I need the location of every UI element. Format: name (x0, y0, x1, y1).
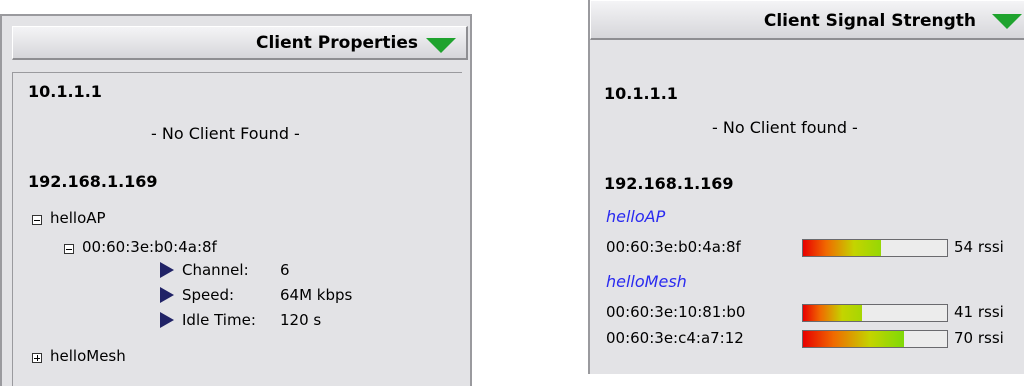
collapse-icon[interactable] (32, 215, 42, 225)
play-arrow-icon (160, 262, 174, 278)
group-ip: 10.1.1.1 (604, 84, 678, 103)
signal-bar (802, 239, 948, 257)
client-mac: 00:60:3e:c4:a7:12 (606, 329, 744, 347)
tree-node-mac[interactable]: 00:60:3e:b0:4a:8f (82, 238, 217, 256)
prop-label: Speed: (182, 286, 235, 304)
tree-node-ap[interactable]: helloAP (50, 209, 106, 227)
signal-bar (802, 304, 948, 322)
ssid-name: helloMesh (606, 272, 687, 291)
no-client-message: - No Client Found - (151, 124, 300, 143)
signal-bar-fill (803, 305, 863, 321)
group-ip: 192.168.1.169 (604, 174, 734, 193)
triangle-down-icon[interactable] (426, 38, 456, 53)
rssi-value: 70 rssi (954, 329, 1004, 347)
triangle-down-icon[interactable] (992, 14, 1022, 29)
client-signal-strength-panel: Client Signal Strength 10.1.1.1 - No Cli… (588, 0, 1024, 374)
prop-value: 64M kbps (280, 286, 353, 304)
client-properties-panel: Client Properties 10.1.1.1 - No Client F… (0, 14, 472, 386)
client-mac: 00:60:3e:10:81:b0 (606, 303, 746, 321)
panel-body (12, 72, 462, 386)
client-mac: 00:60:3e:b0:4a:8f (606, 238, 741, 256)
rssi-value: 41 rssi (954, 303, 1004, 321)
group-ip: 192.168.1.169 (28, 172, 158, 191)
panel-title: Client Signal Strength (763, 11, 976, 31)
group-ip: 10.1.1.1 (28, 82, 102, 101)
expand-icon[interactable] (32, 353, 42, 363)
prop-label: Channel: (182, 261, 249, 279)
play-arrow-icon (160, 287, 174, 303)
prop-value: 120 s (280, 311, 322, 329)
rssi-value: 54 rssi (954, 238, 1004, 256)
signal-bar-fill (803, 331, 904, 347)
prop-value: 6 (280, 261, 290, 279)
collapse-icon[interactable] (64, 244, 74, 254)
panel-header[interactable]: Client Properties (12, 26, 468, 60)
no-client-message: - No Client found - (712, 118, 858, 137)
signal-bar-fill (803, 240, 881, 256)
signal-bar (802, 330, 948, 348)
ssid-name: helloAP (606, 207, 666, 226)
prop-label: Idle Time: (182, 311, 256, 329)
tree-node-mesh[interactable]: helloMesh (50, 347, 126, 365)
panel-title: Client Properties (255, 33, 418, 53)
panel-header[interactable]: Client Signal Strength (590, 0, 1024, 40)
play-arrow-icon (160, 312, 174, 328)
